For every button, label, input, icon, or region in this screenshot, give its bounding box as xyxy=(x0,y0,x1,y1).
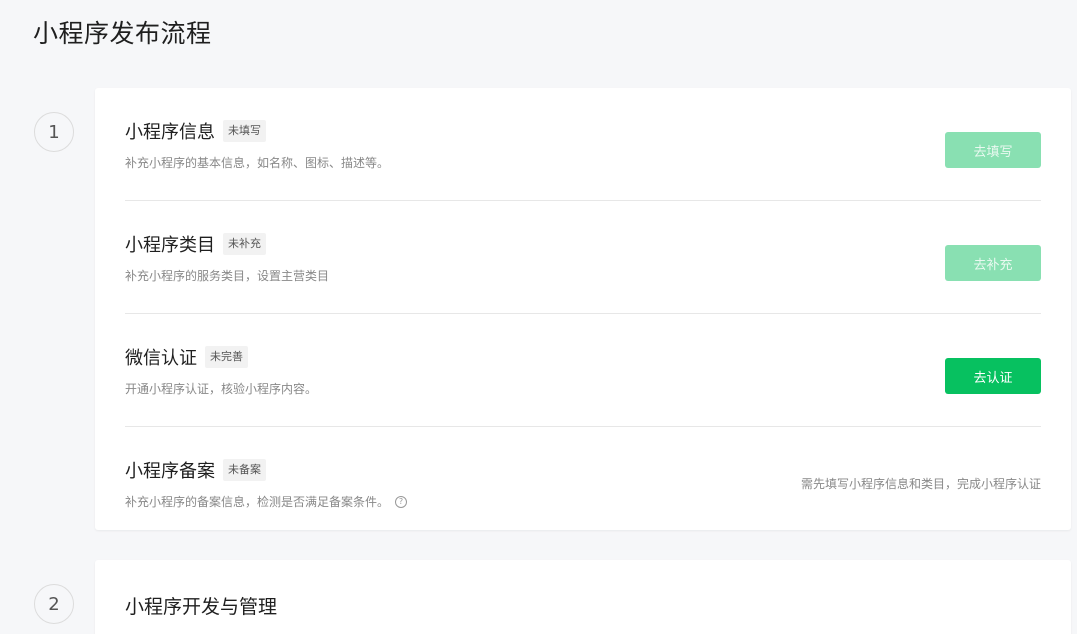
row-head: 小程序信息 未填写 xyxy=(125,118,266,144)
row-miniprogram-info: 小程序信息 未填写 补充小程序的基本信息，如名称、图标、描述等。 去填写 xyxy=(125,88,1041,201)
row-wechat-verification: 微信认证 未完善 开通小程序认证，核验小程序内容。 去认证 xyxy=(125,314,1041,427)
row-description: 补充小程序的备案信息，检测是否满足备案条件。 ? xyxy=(125,493,408,510)
question-circle-icon[interactable]: ? xyxy=(395,495,408,508)
step-number-1: 1 xyxy=(34,112,74,152)
fill-info-button[interactable]: 去填写 xyxy=(945,132,1041,168)
row-title: 小程序备案 xyxy=(125,461,215,482)
status-badge: 未填写 xyxy=(223,120,266,142)
step-1-card: 小程序信息 未填写 补充小程序的基本信息，如名称、图标、描述等。 去填写 小程序… xyxy=(95,88,1071,530)
row-title: 小程序类目 xyxy=(125,235,215,256)
page: 小程序发布流程 1 小程序信息 未填写 补充小程序的基本信息，如名称、图标、描述… xyxy=(0,0,1077,634)
row-description: 补充小程序的基本信息，如名称、图标、描述等。 xyxy=(125,154,389,171)
row-description-text: 开通小程序认证，核验小程序内容。 xyxy=(125,382,318,396)
row-description: 补充小程序的服务类目，设置主营类目 xyxy=(125,267,329,284)
row-head: 小程序备案 未备案 xyxy=(125,457,266,483)
page-title: 小程序发布流程 xyxy=(33,19,212,48)
row-miniprogram-filing: 小程序备案 未备案 补充小程序的备案信息，检测是否满足备案条件。 ? 需先填写小… xyxy=(125,427,1041,540)
row-head: 小程序类目 未补充 xyxy=(125,231,266,257)
step-2-card: 小程序开发与管理 xyxy=(95,560,1071,634)
row-miniprogram-category: 小程序类目 未补充 补充小程序的服务类目，设置主营类目 去补充 xyxy=(125,201,1041,314)
row-title: 小程序信息 xyxy=(125,122,215,143)
prerequisite-note: 需先填写小程序信息和类目，完成小程序认证 xyxy=(800,477,1041,491)
verify-button[interactable]: 去认证 xyxy=(945,358,1041,394)
step-2-title: 小程序开发与管理 xyxy=(125,596,278,618)
row-description: 开通小程序认证，核验小程序内容。 xyxy=(125,380,317,397)
status-badge: 未完善 xyxy=(205,346,248,368)
add-category-button[interactable]: 去补充 xyxy=(945,245,1041,281)
status-badge: 未备案 xyxy=(223,459,266,481)
status-badge: 未补充 xyxy=(223,233,266,255)
row-description-text: 补充小程序的备案信息，检测是否满足备案条件。 xyxy=(125,495,390,509)
row-head: 微信认证 未完善 xyxy=(125,344,248,370)
row-description-text: 补充小程序的服务类目，设置主营类目 xyxy=(125,269,330,283)
step-number-2: 2 xyxy=(34,584,74,624)
row-description-text: 补充小程序的基本信息，如名称、图标、描述等。 xyxy=(125,156,390,170)
row-title: 微信认证 xyxy=(125,348,197,369)
